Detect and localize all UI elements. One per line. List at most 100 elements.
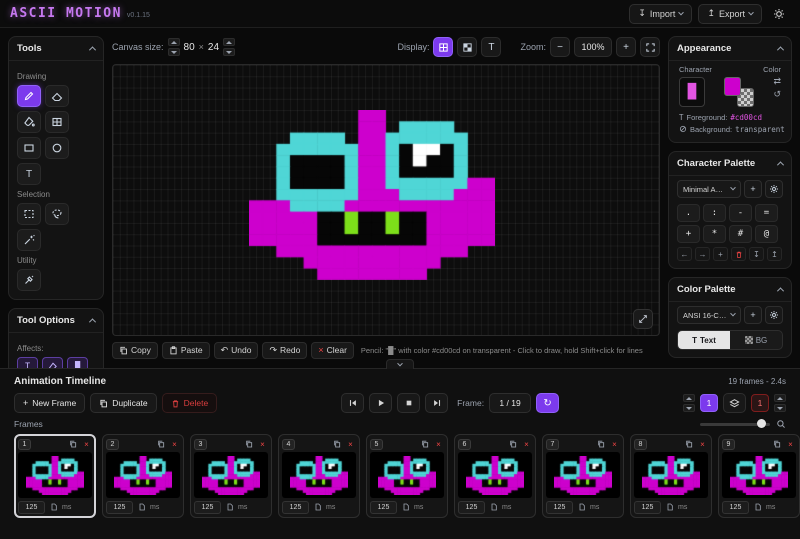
delete-frame-icon[interactable]: × bbox=[433, 439, 444, 450]
fill-tool-button[interactable] bbox=[17, 111, 41, 133]
color-settings-button[interactable] bbox=[765, 306, 783, 324]
frame-duration-input[interactable]: 125 bbox=[106, 501, 133, 514]
frame-duration-input[interactable]: 125 bbox=[634, 501, 661, 514]
delete-frame-icon[interactable]: × bbox=[521, 439, 532, 450]
onion-next-increase-button[interactable] bbox=[774, 394, 786, 402]
foreground-swatch[interactable] bbox=[724, 77, 741, 96]
character-button[interactable]: @ bbox=[755, 225, 778, 243]
prev-page-button[interactable]: ← bbox=[677, 247, 692, 261]
character-button[interactable]: = bbox=[755, 204, 778, 222]
delete-frame-icon[interactable]: × bbox=[785, 439, 796, 450]
character-button[interactable]: + bbox=[677, 225, 700, 243]
export-button[interactable]: ↥ Export bbox=[698, 4, 762, 24]
duplicate-frame-icon[interactable] bbox=[331, 439, 342, 450]
apply-duration-icon[interactable] bbox=[752, 502, 763, 513]
appearance-header[interactable]: Appearance bbox=[669, 37, 791, 61]
delete-palette-button[interactable] bbox=[731, 247, 746, 261]
frame-card[interactable]: 7× 125ms bbox=[542, 434, 624, 518]
onion-next-decrease-button[interactable] bbox=[774, 404, 786, 412]
character-button[interactable]: * bbox=[703, 225, 726, 243]
text-display-toggle-button[interactable]: T bbox=[481, 37, 501, 57]
duplicate-frame-icon[interactable] bbox=[419, 439, 430, 450]
onion-skin-button[interactable] bbox=[723, 393, 746, 413]
loop-toggle-button[interactable]: ↻ bbox=[536, 393, 559, 413]
character-button[interactable]: - bbox=[729, 204, 752, 222]
apply-duration-icon[interactable] bbox=[488, 502, 499, 513]
width-increase-button[interactable] bbox=[168, 38, 180, 46]
duplicate-frame-icon[interactable] bbox=[67, 439, 78, 450]
frame-card[interactable]: 9× 125ms bbox=[718, 434, 800, 518]
character-button[interactable]: # bbox=[729, 225, 752, 243]
apply-duration-icon[interactable] bbox=[664, 502, 675, 513]
delete-frame-icon[interactable]: × bbox=[169, 439, 180, 450]
frame-card[interactable]: 6× 125ms bbox=[454, 434, 536, 518]
apply-duration-icon[interactable] bbox=[48, 502, 59, 513]
onion-prev-decrease-button[interactable] bbox=[683, 404, 695, 412]
transparency-toggle-button[interactable] bbox=[457, 37, 477, 57]
delete-frame-button[interactable]: Delete bbox=[162, 393, 218, 413]
delete-frame-icon[interactable]: × bbox=[345, 439, 356, 450]
eyedropper-tool-button[interactable] bbox=[17, 269, 41, 291]
clear-button[interactable]: ×Clear bbox=[311, 342, 354, 359]
duplicate-frame-icon[interactable] bbox=[595, 439, 606, 450]
frame-duration-input[interactable]: 125 bbox=[458, 501, 485, 514]
frame-strip[interactable]: 1× 125ms 2× 125ms 3× 125ms 4× 125ms 5× bbox=[0, 431, 800, 518]
reset-colors-button[interactable]: ↺ bbox=[773, 90, 781, 99]
frame-duration-input[interactable]: 125 bbox=[282, 501, 309, 514]
frame-duration-input[interactable]: 125 bbox=[722, 501, 749, 514]
character-button[interactable]: . bbox=[677, 204, 700, 222]
frame-card[interactable]: 5× 125ms bbox=[366, 434, 448, 518]
frame-thumbnail[interactable] bbox=[722, 452, 796, 498]
last-frame-button[interactable] bbox=[425, 393, 448, 413]
stop-button[interactable] bbox=[397, 393, 420, 413]
frame-card[interactable]: 4× 125ms bbox=[278, 434, 360, 518]
theme-toggle-button[interactable] bbox=[768, 4, 790, 24]
tool-options-header[interactable]: Tool Options bbox=[9, 309, 103, 333]
width-decrease-button[interactable] bbox=[168, 48, 180, 56]
copy-button[interactable]: Copy bbox=[112, 342, 158, 359]
frame-card[interactable]: 8× 125ms bbox=[630, 434, 712, 518]
delete-frame-icon[interactable]: × bbox=[257, 439, 268, 450]
character-preset-select[interactable]: Minimal ASC... bbox=[677, 180, 741, 198]
import-palette-button[interactable]: ↥ bbox=[767, 247, 782, 261]
add-color-button[interactable]: + bbox=[744, 306, 762, 324]
duplicate-frame-icon[interactable] bbox=[771, 439, 782, 450]
import-button[interactable]: ↧ Import bbox=[629, 4, 692, 24]
duplicate-frame-icon[interactable] bbox=[155, 439, 166, 450]
color-preset-select[interactable]: ANSI 16-Col... bbox=[677, 306, 741, 324]
active-character-swatch[interactable]: █ bbox=[679, 77, 705, 107]
swap-colors-button[interactable]: ⇄ bbox=[773, 77, 781, 86]
play-button[interactable] bbox=[369, 393, 392, 413]
height-decrease-button[interactable] bbox=[223, 48, 235, 56]
timeline-collapse-tab[interactable] bbox=[386, 359, 414, 369]
add-character-button[interactable]: + bbox=[744, 180, 762, 198]
first-frame-button[interactable] bbox=[341, 393, 364, 413]
height-increase-button[interactable] bbox=[223, 38, 235, 46]
rectangle-tool-button[interactable] bbox=[17, 137, 41, 159]
duplicate-frame-button[interactable]: Duplicate bbox=[90, 393, 156, 413]
frame-thumbnail[interactable] bbox=[546, 452, 620, 498]
duplicate-frame-icon[interactable] bbox=[507, 439, 518, 450]
bg-color-tab[interactable]: BG bbox=[730, 331, 782, 349]
eraser-tool-button[interactable] bbox=[45, 85, 69, 107]
paste-button[interactable]: Paste bbox=[162, 342, 210, 359]
delete-frame-icon[interactable]: × bbox=[81, 439, 92, 450]
zoom-in-button[interactable]: + bbox=[616, 37, 636, 57]
select-rect-tool-button[interactable] bbox=[17, 203, 41, 225]
frame-thumbnail[interactable] bbox=[634, 452, 708, 498]
canvas-height-value[interactable]: 24 bbox=[208, 42, 219, 53]
frame-thumbnail[interactable] bbox=[282, 452, 356, 498]
character-button[interactable]: : bbox=[703, 204, 726, 222]
undo-button[interactable]: ↶Undo bbox=[214, 342, 259, 359]
gradient-tool-button[interactable] bbox=[45, 111, 69, 133]
apply-duration-icon[interactable] bbox=[400, 502, 411, 513]
new-frame-button[interactable]: +New Frame bbox=[14, 393, 85, 413]
zoom-fit-button[interactable] bbox=[640, 37, 660, 57]
canvas-resize-handle[interactable] bbox=[633, 309, 653, 329]
frame-thumbnail[interactable] bbox=[18, 452, 92, 498]
canvas-width-value[interactable]: 80 bbox=[184, 42, 195, 53]
frame-duration-input[interactable]: 125 bbox=[18, 501, 45, 514]
frame-duration-input[interactable]: 125 bbox=[370, 501, 397, 514]
frame-thumbnail[interactable] bbox=[458, 452, 532, 498]
frame-card[interactable]: 2× 125ms bbox=[102, 434, 184, 518]
